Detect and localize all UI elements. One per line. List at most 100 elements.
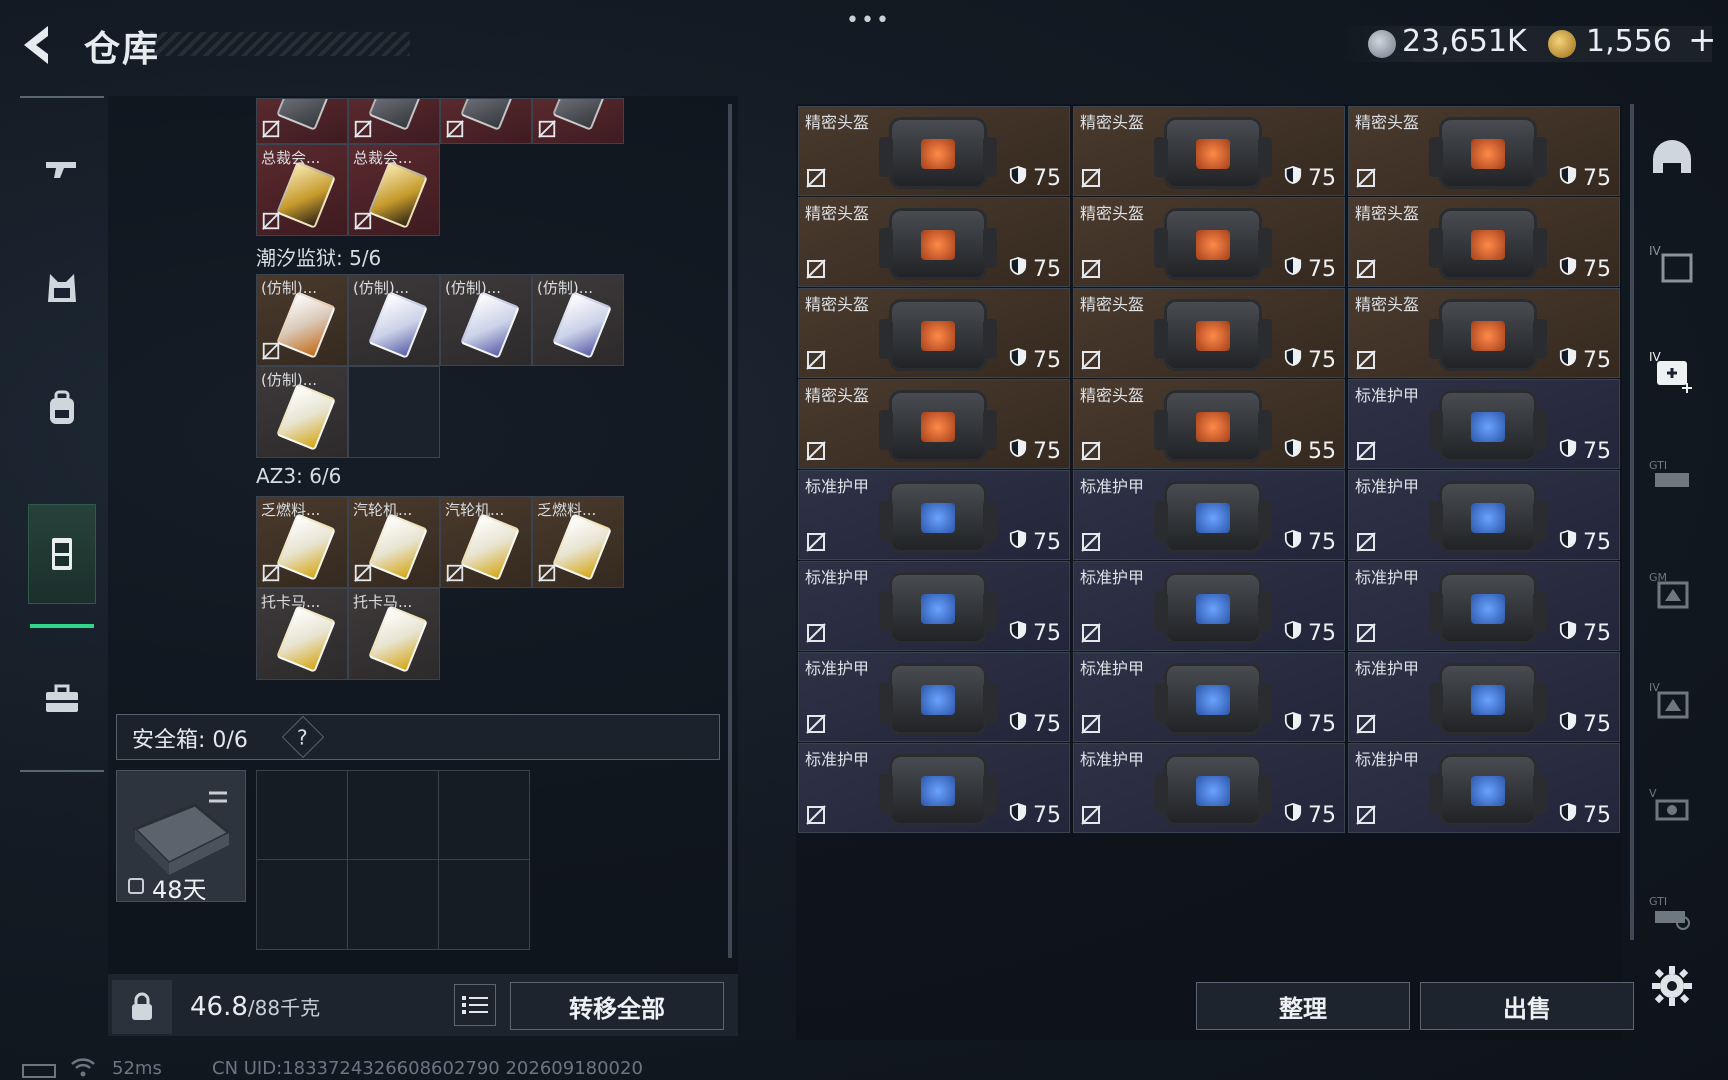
no-sell-icon — [261, 119, 281, 139]
back-button[interactable] — [18, 22, 58, 68]
empty-slot[interactable] — [348, 366, 440, 458]
inventory-item[interactable]: 标准护甲 75 — [1348, 470, 1620, 560]
inventory-item[interactable]: 标准护甲 75 — [1073, 561, 1345, 651]
transfer-all-button[interactable]: 转移全部 — [510, 982, 724, 1030]
item-name: 标准护甲 — [1355, 477, 1420, 496]
stash-item[interactable] — [348, 98, 440, 144]
durability: 75 — [1284, 529, 1336, 555]
stash-item[interactable]: 托卡马... — [256, 588, 348, 680]
stash-item[interactable] — [256, 98, 348, 144]
stash-scrollbar[interactable] — [728, 104, 732, 958]
stash-item[interactable]: (仿制)... — [348, 274, 440, 366]
filter-helmet[interactable] — [1640, 112, 1704, 212]
inventory-item[interactable]: 精密头盔 75 — [1348, 288, 1620, 378]
nav-stash[interactable] — [28, 504, 96, 604]
safe-box-grid[interactable] — [256, 770, 530, 950]
inventory-item[interactable]: 标准护甲 75 — [1348, 743, 1620, 833]
inventory-item[interactable]: 精密头盔 75 — [1073, 106, 1345, 196]
stash-item[interactable]: 乏燃料... — [532, 496, 624, 588]
helmet-image — [879, 390, 997, 462]
shield-icon — [1559, 620, 1577, 646]
filter-armor-iv[interactable]: IV — [1640, 214, 1704, 314]
no-sell-icon — [353, 563, 373, 583]
inventory-item[interactable]: 标准护甲 75 — [798, 470, 1070, 560]
gold-coin-icon — [1548, 30, 1576, 58]
item-name: 精密头盔 — [1355, 295, 1420, 314]
nav-armor[interactable] — [28, 238, 96, 338]
item-name: 标准护甲 — [1355, 750, 1420, 769]
inventory-item[interactable]: 标准护甲 75 — [1073, 652, 1345, 742]
item-name: 汽轮机... — [353, 501, 413, 519]
stash-item[interactable]: 乏燃料... — [256, 496, 348, 588]
durability-value: 55 — [1308, 438, 1336, 464]
inventory-item[interactable]: 精密头盔 75 — [798, 106, 1070, 196]
inventory-item[interactable]: 精密头盔 75 — [798, 197, 1070, 287]
helmet-image — [1154, 117, 1272, 189]
sell-button[interactable]: 出售 — [1420, 982, 1634, 1030]
filter-gti[interactable]: GTI — [1640, 428, 1704, 528]
stash-item[interactable]: (仿制)... — [532, 274, 624, 366]
stash-item[interactable]: 总裁会... — [256, 144, 348, 236]
inventory-item[interactable]: 精密头盔 75 — [1348, 197, 1620, 287]
inventory-item[interactable]: 精密头盔 75 — [798, 288, 1070, 378]
gear-icon — [1652, 966, 1692, 1006]
inventory-item[interactable]: 精密头盔 75 — [1073, 288, 1345, 378]
inventory-item[interactable]: 标准护甲 75 — [1348, 379, 1620, 469]
filter-gm[interactable]: GM — [1640, 540, 1704, 640]
item-name: 精密头盔 — [805, 204, 870, 223]
filter-iv[interactable]: IV — [1640, 650, 1704, 750]
inventory-item[interactable]: 标准护甲 75 — [798, 743, 1070, 833]
help-label: ? — [296, 725, 308, 750]
durability-value: 75 — [1308, 802, 1336, 828]
sort-button[interactable]: 整理 — [1196, 982, 1410, 1030]
inventory-item[interactable]: 标准护甲 75 — [1073, 743, 1345, 833]
no-sell-icon — [353, 211, 373, 231]
stash-item[interactable] — [532, 98, 624, 144]
inventory-item[interactable]: 精密头盔 75 — [1348, 106, 1620, 196]
item-name: 乏燃料... — [537, 501, 597, 519]
stash-item[interactable]: 总裁会... — [348, 144, 440, 236]
durability: 75 — [1559, 256, 1611, 282]
inventory-item[interactable]: 标准护甲 75 — [1348, 652, 1620, 742]
no-sell-icon — [805, 349, 827, 371]
no-sell-icon — [261, 563, 281, 583]
gold-amount: 1,556 — [1586, 24, 1672, 59]
inventory-item[interactable]: 精密头盔 55 — [1073, 379, 1345, 469]
item-name: 标准护甲 — [1080, 659, 1145, 678]
stash-item[interactable]: 托卡马... — [348, 588, 440, 680]
weight-readout: 46.8/88千克 — [190, 992, 320, 1022]
durability-value: 75 — [1583, 165, 1611, 191]
stash-item[interactable] — [440, 98, 532, 144]
inventory-item[interactable]: 标准护甲 75 — [1073, 470, 1345, 560]
inventory-item[interactable]: 精密头盔 75 — [1073, 197, 1345, 287]
filter-medkit-iv[interactable]: IV — [1640, 320, 1704, 420]
item-name: 标准护甲 — [1355, 386, 1420, 405]
nav-backpack[interactable] — [28, 358, 96, 458]
nav-weapons[interactable] — [28, 118, 96, 218]
list-view-button[interactable] — [454, 984, 496, 1026]
stash-item[interactable]: (仿制)... — [256, 274, 348, 366]
filter-gti-2[interactable]: GTI — [1640, 864, 1704, 964]
stash-item[interactable]: 汽轮机... — [440, 496, 532, 588]
inventory-item[interactable]: 标准护甲 75 — [798, 561, 1070, 651]
stash-item[interactable]: 汽轮机... — [348, 496, 440, 588]
no-sell-icon — [1355, 258, 1377, 280]
inventory-scrollbar[interactable] — [1630, 104, 1634, 940]
settings-button[interactable] — [1650, 964, 1694, 1008]
topup-button[interactable]: + — [1688, 20, 1717, 60]
inventory-item[interactable]: 标准护甲 75 — [1348, 561, 1620, 651]
stash-item[interactable]: (仿制)... — [256, 366, 348, 458]
svg-text:IV: IV — [1649, 244, 1662, 258]
item-name: (仿制)... — [353, 279, 410, 297]
inventory-item[interactable]: 标准护甲 75 — [798, 652, 1070, 742]
filter-v[interactable]: V — [1640, 756, 1704, 856]
inventory-item[interactable]: 精密头盔 75 — [798, 379, 1070, 469]
armor-image — [879, 754, 997, 826]
more-menu-icon[interactable]: ••• — [846, 8, 891, 33]
stash-item[interactable]: (仿制)... — [440, 274, 532, 366]
nav-toolbox[interactable] — [28, 650, 96, 750]
helmet-image — [1429, 299, 1547, 371]
durability: 75 — [1559, 711, 1611, 737]
no-sell-icon — [1355, 167, 1377, 189]
item-name: 标准护甲 — [805, 750, 870, 769]
